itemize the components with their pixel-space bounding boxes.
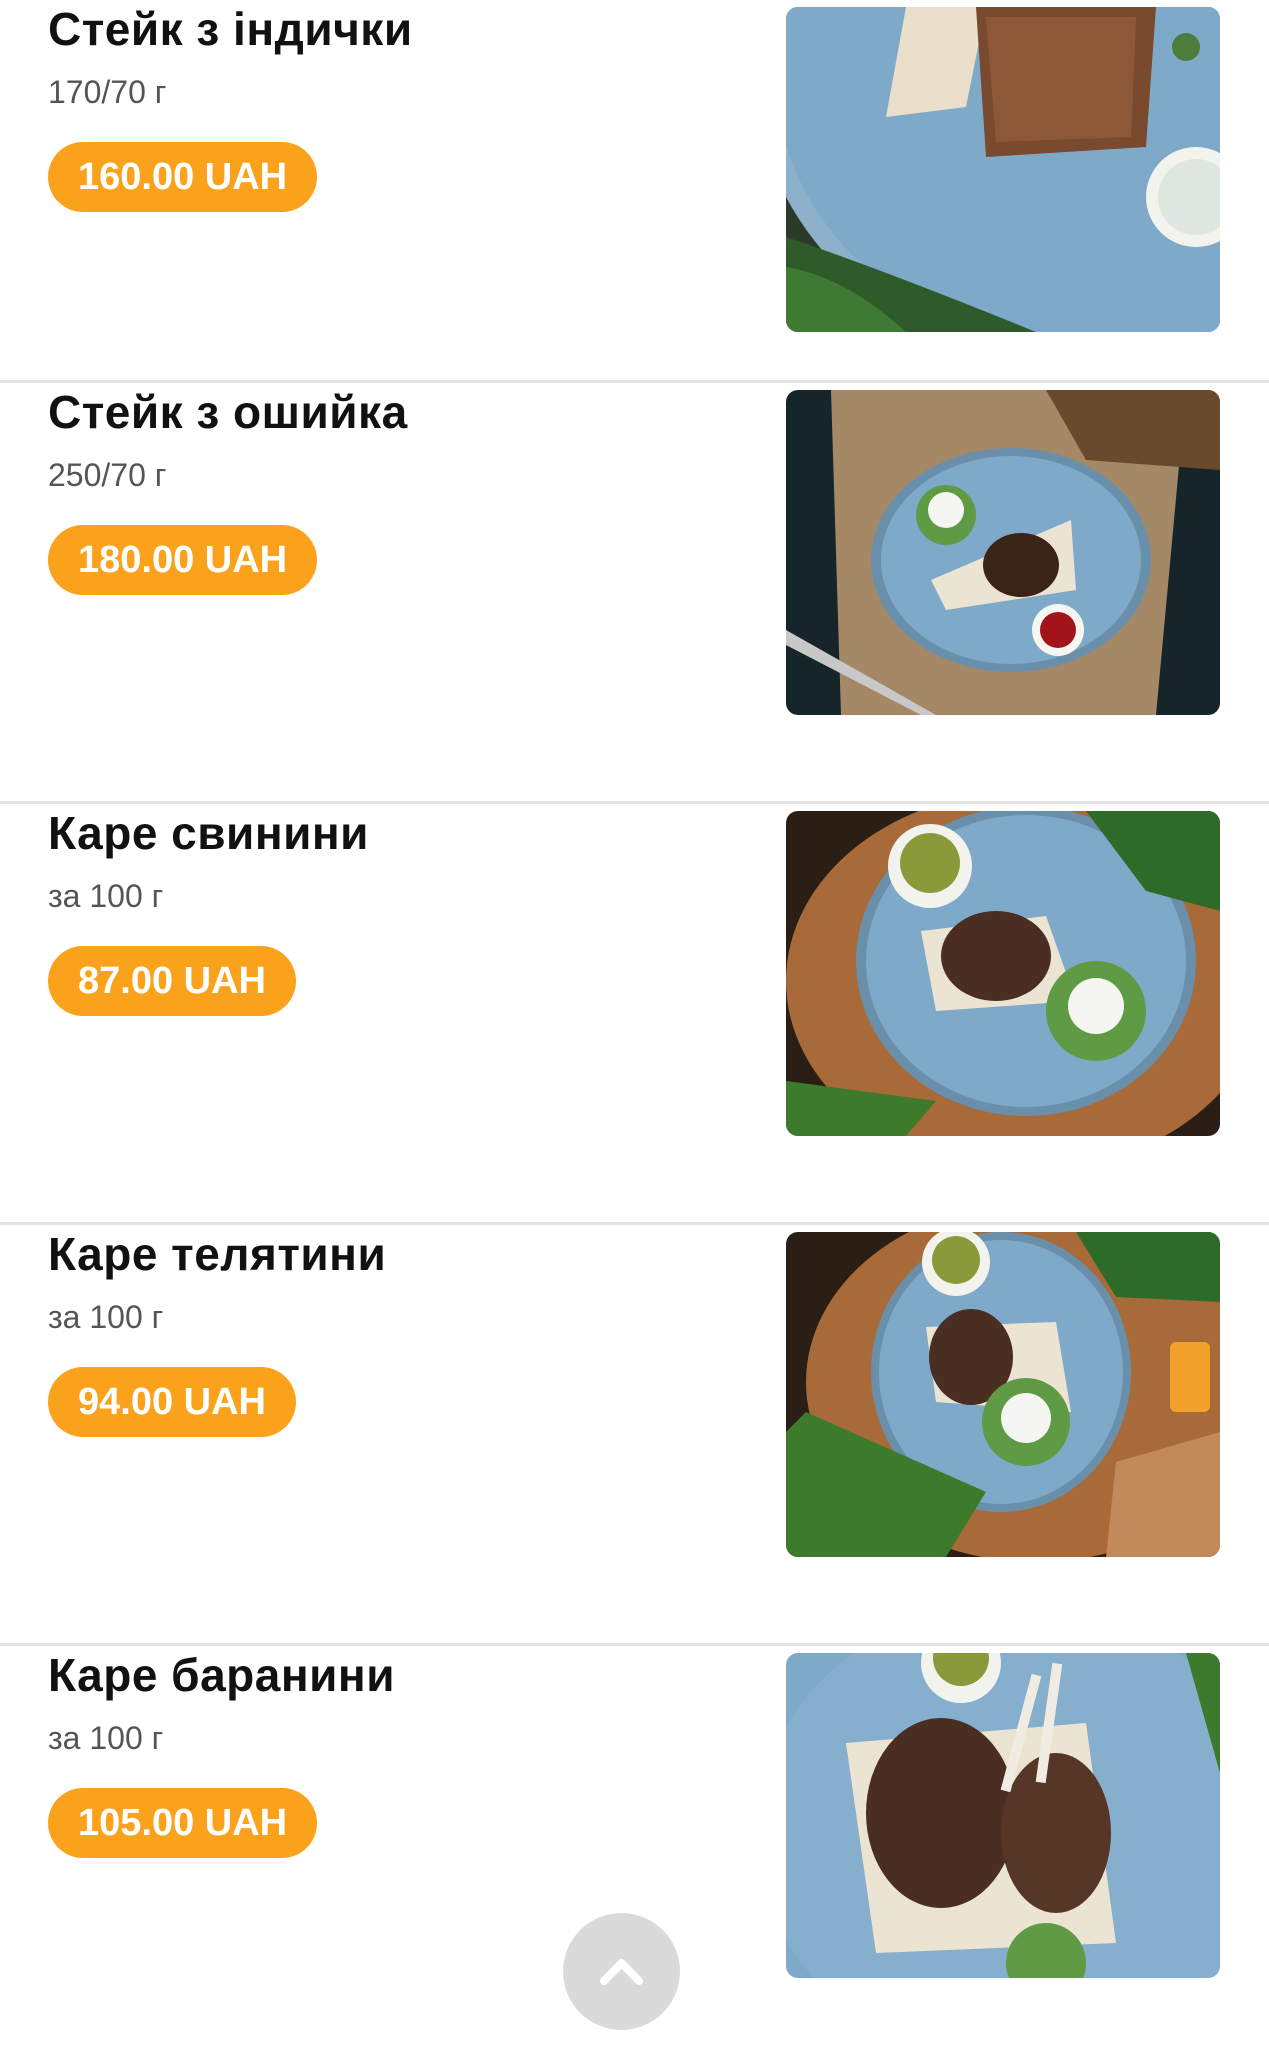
menu-list: Стейк з індички 170/70 г 160.00 UAH Стей… <box>0 0 1269 2067</box>
menu-item[interactable]: Каре телятини за 100 г 94.00 UAH <box>0 1225 1269 1646</box>
dish-image <box>786 1653 1220 1978</box>
item-title: Стейк з індички <box>48 3 413 55</box>
dish-image <box>786 7 1220 332</box>
veal-rack-photo[interactable] <box>786 1232 1220 1557</box>
chevron-up-icon <box>600 1959 643 1985</box>
item-title: Каре свинини <box>48 807 369 859</box>
item-weight: за 100 г <box>48 1720 164 1756</box>
item-weight: 170/70 г <box>48 74 167 110</box>
price-badge[interactable]: 160.00 UAH <box>48 142 318 212</box>
scroll-to-top-button[interactable] <box>563 1913 680 2030</box>
menu-item[interactable]: Стейк з індички 170/70 г 160.00 UAH <box>0 0 1269 383</box>
dish-image <box>786 811 1220 1136</box>
pork-neck-steak-photo[interactable] <box>786 390 1220 715</box>
item-title: Каре телятини <box>48 1228 387 1280</box>
item-title: Каре баранини <box>48 1649 395 1701</box>
dish-image <box>786 1232 1220 1557</box>
dish-image <box>786 390 1220 715</box>
menu-item[interactable]: Каре свинини за 100 г 87.00 UAH <box>0 804 1269 1225</box>
item-weight: 250/70 г <box>48 457 167 493</box>
item-weight: за 100 г <box>48 1299 164 1335</box>
menu-item[interactable]: Стейк з ошийка 250/70 г 180.00 UAH <box>0 383 1269 804</box>
price-badge[interactable]: 87.00 UAH <box>48 946 296 1016</box>
price-badge[interactable]: 180.00 UAH <box>48 525 318 595</box>
pork-rack-photo[interactable] <box>786 811 1220 1136</box>
item-weight: за 100 г <box>48 878 164 914</box>
turkey-steak-photo[interactable] <box>786 7 1220 332</box>
price-badge[interactable]: 94.00 UAH <box>48 1367 296 1437</box>
item-title: Стейк з ошийка <box>48 386 408 438</box>
price-badge[interactable]: 105.00 UAH <box>48 1788 318 1858</box>
lamb-rack-photo[interactable] <box>786 1653 1220 1978</box>
